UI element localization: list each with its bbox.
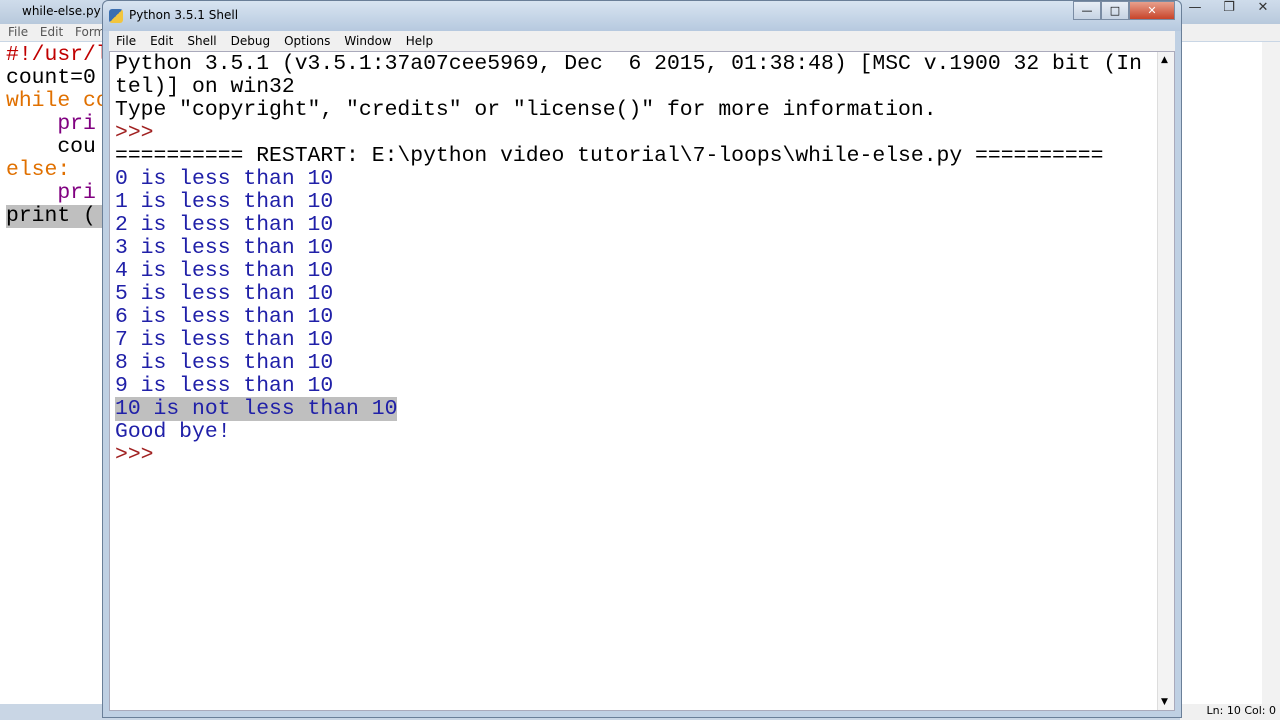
python-icon xyxy=(109,9,123,23)
title-bar: Python 3.5.1 Shell — □ ✕ xyxy=(103,1,1181,31)
menu-shell[interactable]: Shell xyxy=(180,34,223,51)
window-title: Python 3.5.1 Shell xyxy=(129,8,239,22)
shell-line: 0 is less than 10 xyxy=(115,167,334,191)
code-line: pri xyxy=(6,181,96,205)
shell-line: 1 is less than 10 xyxy=(115,190,334,214)
code-line: pri xyxy=(6,112,96,136)
shell-line: 4 is less than 10 xyxy=(115,259,334,283)
shell-line: Good bye! xyxy=(115,420,231,444)
minimize-icon[interactable]: — xyxy=(1178,0,1212,15)
close-icon[interactable]: ✕ xyxy=(1246,0,1280,15)
shell-line: 2 is less than 10 xyxy=(115,213,334,237)
menu-window[interactable]: Window xyxy=(337,34,398,51)
code-line: else: xyxy=(6,158,71,182)
shell-line: 10 is not less than 10 xyxy=(115,397,398,421)
restore-icon[interactable]: ❐ xyxy=(1212,0,1246,15)
menu-file[interactable]: File xyxy=(8,25,28,39)
python-shell-window: Python 3.5.1 Shell — □ ✕ File Edit Shell… xyxy=(102,0,1182,718)
shell-line: 9 is less than 10 xyxy=(115,374,334,398)
code-line: while co xyxy=(6,89,109,113)
shell-line: 3 is less than 10 xyxy=(115,236,334,260)
shell-line: tel)] on win32 xyxy=(115,75,295,99)
code-line: #!/usr/l xyxy=(6,43,109,67)
shell-line: Type "copyright", "credits" or "license(… xyxy=(115,98,937,122)
code-text: #!/usr/l count=0 while co pri cou else: pri… xyxy=(6,44,109,228)
menu-edit[interactable]: Edit xyxy=(143,34,180,51)
shell-line: Python 3.5.1 (v3.5.1:37a07cee5969, Dec 6… xyxy=(115,52,1142,76)
minimize-button[interactable]: — xyxy=(1073,1,1101,20)
close-button[interactable]: ✕ xyxy=(1129,1,1175,20)
code-line: cou xyxy=(6,135,96,159)
menu-help[interactable]: Help xyxy=(399,34,440,51)
vertical-scrollbar[interactable]: ▲ ▼ xyxy=(1157,52,1174,710)
code-line: print ( xyxy=(6,205,109,228)
shell-line: 7 is less than 10 xyxy=(115,328,334,352)
menu-options[interactable]: Options xyxy=(277,34,337,51)
scroll-up-icon[interactable]: ▲ xyxy=(1161,55,1168,65)
background-window-controls: — ❐ ✕ xyxy=(1178,0,1280,15)
menubar: File Edit Shell Debug Options Window Hel… xyxy=(109,31,1175,51)
menu-edit[interactable]: Edit xyxy=(40,25,63,39)
shell-line: 5 is less than 10 xyxy=(115,282,334,306)
prompt: >>> xyxy=(115,443,167,467)
prompt: >>> xyxy=(115,121,167,145)
maximize-button[interactable]: □ xyxy=(1101,1,1129,20)
menu-format[interactable]: Form xyxy=(75,25,105,39)
code-line: count=0 xyxy=(6,66,96,90)
background-scrollbar[interactable] xyxy=(1262,42,1280,704)
scroll-down-icon[interactable]: ▼ xyxy=(1161,697,1168,707)
menu-debug[interactable]: Debug xyxy=(224,34,277,51)
status-bar: Ln: 10 Col: 0 xyxy=(1180,704,1280,720)
shell-output[interactable]: Python 3.5.1 (v3.5.1:37a07cee5969, Dec 6… xyxy=(109,51,1175,711)
shell-text: Python 3.5.1 (v3.5.1:37a07cee5969, Dec 6… xyxy=(115,53,1142,467)
shell-line: 6 is less than 10 xyxy=(115,305,334,329)
shell-line: ========== RESTART: E:\python video tuto… xyxy=(115,144,1104,168)
shell-line: 8 is less than 10 xyxy=(115,351,334,375)
menu-file[interactable]: File xyxy=(109,34,143,51)
